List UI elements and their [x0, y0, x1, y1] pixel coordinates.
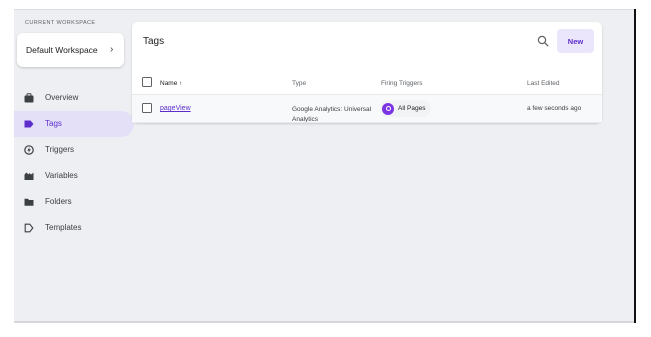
select-all-checkbox[interactable]	[142, 77, 152, 87]
sidebar-item-label: Folders	[45, 197, 72, 206]
sidebar-item-label: Templates	[45, 223, 82, 232]
folder-icon	[24, 198, 34, 206]
tag-icon	[24, 120, 34, 128]
column-header-triggers[interactable]: Firing Triggers	[381, 80, 423, 87]
page-title: Tags	[143, 36, 165, 47]
trigger-label: All Pages	[398, 105, 426, 112]
trigger-icon	[382, 102, 394, 115]
sidebar-item-variables[interactable]: Variables	[14, 163, 134, 189]
sidebar-item-folders[interactable]: Folders	[14, 189, 134, 215]
workspace-selector[interactable]: Default Workspace ›	[17, 33, 124, 67]
workspace-name: Default Workspace	[26, 45, 98, 55]
tag-name-link[interactable]: pageView	[160, 105, 191, 112]
new-tag-button[interactable]: New	[557, 29, 594, 53]
chevron-right-icon: ›	[110, 44, 114, 55]
sidebar-item-triggers[interactable]: Triggers	[14, 137, 134, 163]
sidebar-item-tags[interactable]: Tags	[14, 111, 134, 137]
row-checkbox[interactable]	[142, 103, 152, 113]
sidebar-item-label: Triggers	[45, 145, 75, 154]
table-header: Name ↑ Type Firing Triggers Last Edited	[132, 71, 602, 95]
column-header-name[interactable]: Name ↑	[160, 80, 182, 87]
sidebar-item-templates[interactable]: Templates	[14, 215, 134, 241]
window-edge	[634, 9, 636, 323]
app-shell: CURRENT WORKSPACE Default Workspace › Ov…	[14, 9, 634, 323]
briefcase-icon	[24, 93, 34, 103]
search-icon[interactable]	[537, 35, 549, 47]
sidebar-item-label: Overview	[45, 93, 79, 102]
sidebar-item-overview[interactable]: Overview	[14, 85, 134, 111]
column-header-type[interactable]: Type	[292, 80, 306, 87]
bottom-border	[14, 321, 634, 323]
variables-icon	[24, 172, 34, 180]
template-icon	[24, 223, 34, 233]
divider	[132, 122, 602, 123]
sidebar-item-label: Tags	[45, 119, 62, 128]
column-header-last-edited[interactable]: Last Edited	[527, 80, 560, 87]
sidebar-item-label: Variables	[45, 171, 78, 180]
tags-card: Tags New Name ↑ Type Firing Triggers Las…	[132, 22, 602, 123]
trigger-icon	[24, 145, 34, 155]
last-edited: a few seconds ago	[527, 105, 582, 112]
workspace-label: CURRENT WORKSPACE	[25, 20, 96, 26]
trigger-chip[interactable]: All Pages	[380, 100, 432, 117]
top-border	[14, 9, 634, 10]
sidebar-nav: Overview Tags Triggers Variables Folders…	[14, 85, 134, 241]
table-row[interactable]: pageView Google Analytics: Universal Ana…	[132, 95, 602, 123]
